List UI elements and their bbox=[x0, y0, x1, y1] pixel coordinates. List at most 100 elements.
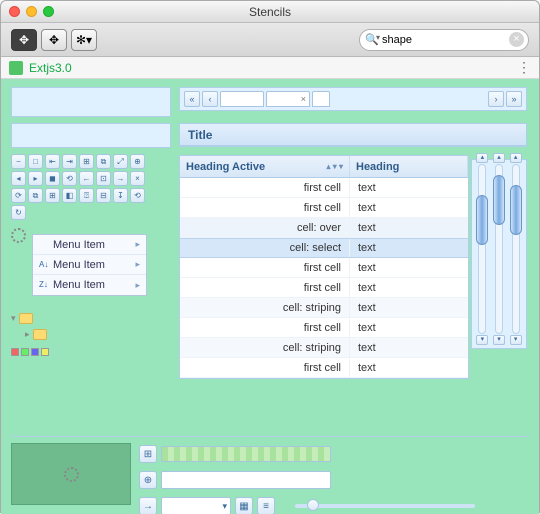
pathbar: Extjs3.0 ⋮ bbox=[1, 57, 539, 79]
table-row[interactable]: first celltext bbox=[180, 318, 468, 338]
document-name[interactable]: Extjs3.0 bbox=[29, 61, 72, 75]
menu-item[interactable]: A↓Menu Item▸ bbox=[33, 255, 146, 275]
slider-up-button[interactable]: ▴ bbox=[493, 153, 505, 163]
expand-button[interactable]: ⊕ bbox=[139, 471, 157, 489]
menu-item[interactable]: Menu Item▸ bbox=[33, 235, 146, 255]
mini-icon-button[interactable]: ↻ bbox=[11, 205, 26, 220]
search-dropdown-icon[interactable]: ▾ bbox=[376, 33, 380, 42]
table-row[interactable]: cell: stripingtext bbox=[180, 338, 468, 358]
cell: text bbox=[350, 318, 468, 337]
cell: text bbox=[350, 258, 468, 277]
slider-down-button[interactable]: ▾ bbox=[476, 335, 488, 345]
slider-thumb[interactable] bbox=[476, 195, 488, 245]
arrow-tool-button[interactable]: ✥ bbox=[41, 29, 67, 51]
close-button[interactable] bbox=[9, 6, 20, 17]
slider-thumb[interactable] bbox=[493, 175, 505, 225]
slider-up-button[interactable]: ▴ bbox=[510, 153, 522, 163]
table-row[interactable]: first celltext bbox=[180, 258, 468, 278]
column-header[interactable]: Heading bbox=[350, 156, 468, 177]
mini-icon-button[interactable]: × bbox=[130, 171, 145, 186]
blank-icon bbox=[39, 240, 49, 250]
mini-icon-button[interactable]: ⤢ bbox=[113, 154, 128, 169]
slider[interactable]: ▴▾ bbox=[478, 164, 486, 334]
thumbnail-box[interactable] bbox=[11, 443, 131, 505]
text-input[interactable] bbox=[161, 471, 331, 489]
tab-scroll-left-button[interactable]: « bbox=[184, 91, 200, 107]
mini-icon-button[interactable]: ⟲ bbox=[62, 171, 77, 186]
table-row[interactable]: first celltext bbox=[180, 278, 468, 298]
zoom-button[interactable] bbox=[43, 6, 54, 17]
mini-icon-button[interactable]: ← bbox=[79, 171, 94, 186]
minimize-button[interactable] bbox=[26, 6, 37, 17]
tab-next-button[interactable]: › bbox=[488, 91, 504, 107]
traffic-lights bbox=[9, 6, 54, 17]
slider-down-button[interactable]: ▾ bbox=[493, 335, 505, 345]
mini-icon-button[interactable]: ⟳ bbox=[11, 188, 26, 203]
slider-down-button[interactable]: ▾ bbox=[510, 335, 522, 345]
table-row[interactable]: cell: stripingtext bbox=[180, 298, 468, 318]
mini-icon-button[interactable]: ⟲ bbox=[130, 188, 145, 203]
tab-scroll-right-button[interactable]: » bbox=[506, 91, 522, 107]
slider-thumb[interactable] bbox=[510, 185, 522, 235]
app-window: Stencils ✥ ✥ ✻▾ 🔍 ▾ × Extjs3.0 ⋮ −□⇤⇥⊞⧉⤢… bbox=[0, 0, 540, 513]
move-tool-button[interactable]: ✥ bbox=[11, 29, 37, 51]
combo-box[interactable]: ▾ bbox=[161, 497, 231, 514]
mini-icon-button[interactable]: ⍰ bbox=[79, 188, 94, 203]
table-row[interactable]: first celltext bbox=[180, 198, 468, 218]
menu-item[interactable]: Z↓Menu Item▸ bbox=[33, 275, 146, 295]
tab-prev-button[interactable]: ‹ bbox=[202, 91, 218, 107]
mini-icon-button[interactable]: ⊟ bbox=[96, 188, 111, 203]
mini-icon-button[interactable]: ▸ bbox=[28, 171, 43, 186]
cell: first cell bbox=[180, 178, 350, 197]
tree-row[interactable]: ▸ bbox=[11, 326, 171, 342]
gear-menu-button[interactable]: ✻▾ bbox=[71, 29, 97, 51]
table-row[interactable]: first celltext bbox=[180, 358, 468, 378]
sort-indicator-icon[interactable]: ▴ ▾ ▾ bbox=[327, 162, 344, 171]
mini-icon-button[interactable]: − bbox=[11, 154, 26, 169]
mini-icon-button[interactable]: → bbox=[113, 171, 128, 186]
search-input[interactable] bbox=[359, 29, 529, 51]
mini-icon-button[interactable]: ◂ bbox=[11, 171, 26, 186]
table-row[interactable]: cell: overtext bbox=[180, 218, 468, 238]
date-picker-button[interactable]: ▦ bbox=[235, 497, 253, 514]
slider[interactable]: ▴▾ bbox=[495, 164, 503, 334]
cell: first cell bbox=[180, 318, 350, 337]
table-row[interactable]: cell: selecttext bbox=[180, 238, 468, 258]
mini-icon-button[interactable]: ◧ bbox=[62, 188, 77, 203]
mini-icon-button[interactable]: ◼ bbox=[45, 171, 60, 186]
slider-thumb[interactable] bbox=[307, 499, 319, 511]
spinner-icon bbox=[11, 228, 26, 243]
stepper-button[interactable]: ≡ bbox=[257, 497, 275, 514]
slider-up-button[interactable]: ▴ bbox=[476, 153, 488, 163]
arrow-right-button[interactable]: → bbox=[139, 497, 157, 514]
color-swatches[interactable] bbox=[11, 348, 171, 356]
clear-search-button[interactable]: × bbox=[509, 32, 524, 47]
stencil-panel-toolbar[interactable] bbox=[11, 123, 171, 148]
mini-icon-button[interactable]: ↧ bbox=[113, 188, 128, 203]
horizontal-slider[interactable] bbox=[295, 504, 475, 508]
mini-icon-button[interactable]: ⊕ bbox=[130, 154, 145, 169]
path-menu-icon[interactable]: ⋮ bbox=[517, 59, 531, 76]
tab-item-closable[interactable]: × bbox=[266, 91, 310, 107]
mini-icon-button[interactable]: ⧉ bbox=[28, 188, 43, 203]
mini-icon-button[interactable]: ⇥ bbox=[62, 154, 77, 169]
mini-icon-button[interactable]: ⊡ bbox=[96, 171, 111, 186]
slider[interactable]: ▴▾ bbox=[512, 164, 520, 334]
title-panel[interactable]: Title bbox=[179, 123, 527, 147]
stencil-panel-header[interactable] bbox=[11, 87, 171, 117]
cell: first cell bbox=[180, 258, 350, 277]
tab-item[interactable] bbox=[312, 91, 330, 107]
mini-icon-button[interactable]: ⇤ bbox=[45, 154, 60, 169]
progress-bar bbox=[161, 446, 331, 462]
mini-icon-button[interactable]: ⊞ bbox=[79, 154, 94, 169]
canvas[interactable]: −□⇤⇥⊞⧉⤢⊕◂▸◼⟲←⊡→×⟳⧉⊞◧⍰⊟↧⟲↻ Menu Item▸A↓Me… bbox=[1, 79, 539, 514]
tab-item[interactable] bbox=[220, 91, 264, 107]
tree-row[interactable]: ▾ bbox=[11, 310, 171, 326]
mini-icon-button[interactable]: ⧉ bbox=[96, 154, 111, 169]
mini-icon-button[interactable]: ⊞ bbox=[45, 188, 60, 203]
grid-toggle-button[interactable]: ⊞ bbox=[139, 445, 157, 463]
mini-icon-button[interactable]: □ bbox=[28, 154, 43, 169]
table-row[interactable]: first celltext bbox=[180, 178, 468, 198]
cell: text bbox=[350, 239, 468, 257]
column-header-active[interactable]: Heading Active ▴ ▾ ▾ bbox=[180, 156, 350, 177]
